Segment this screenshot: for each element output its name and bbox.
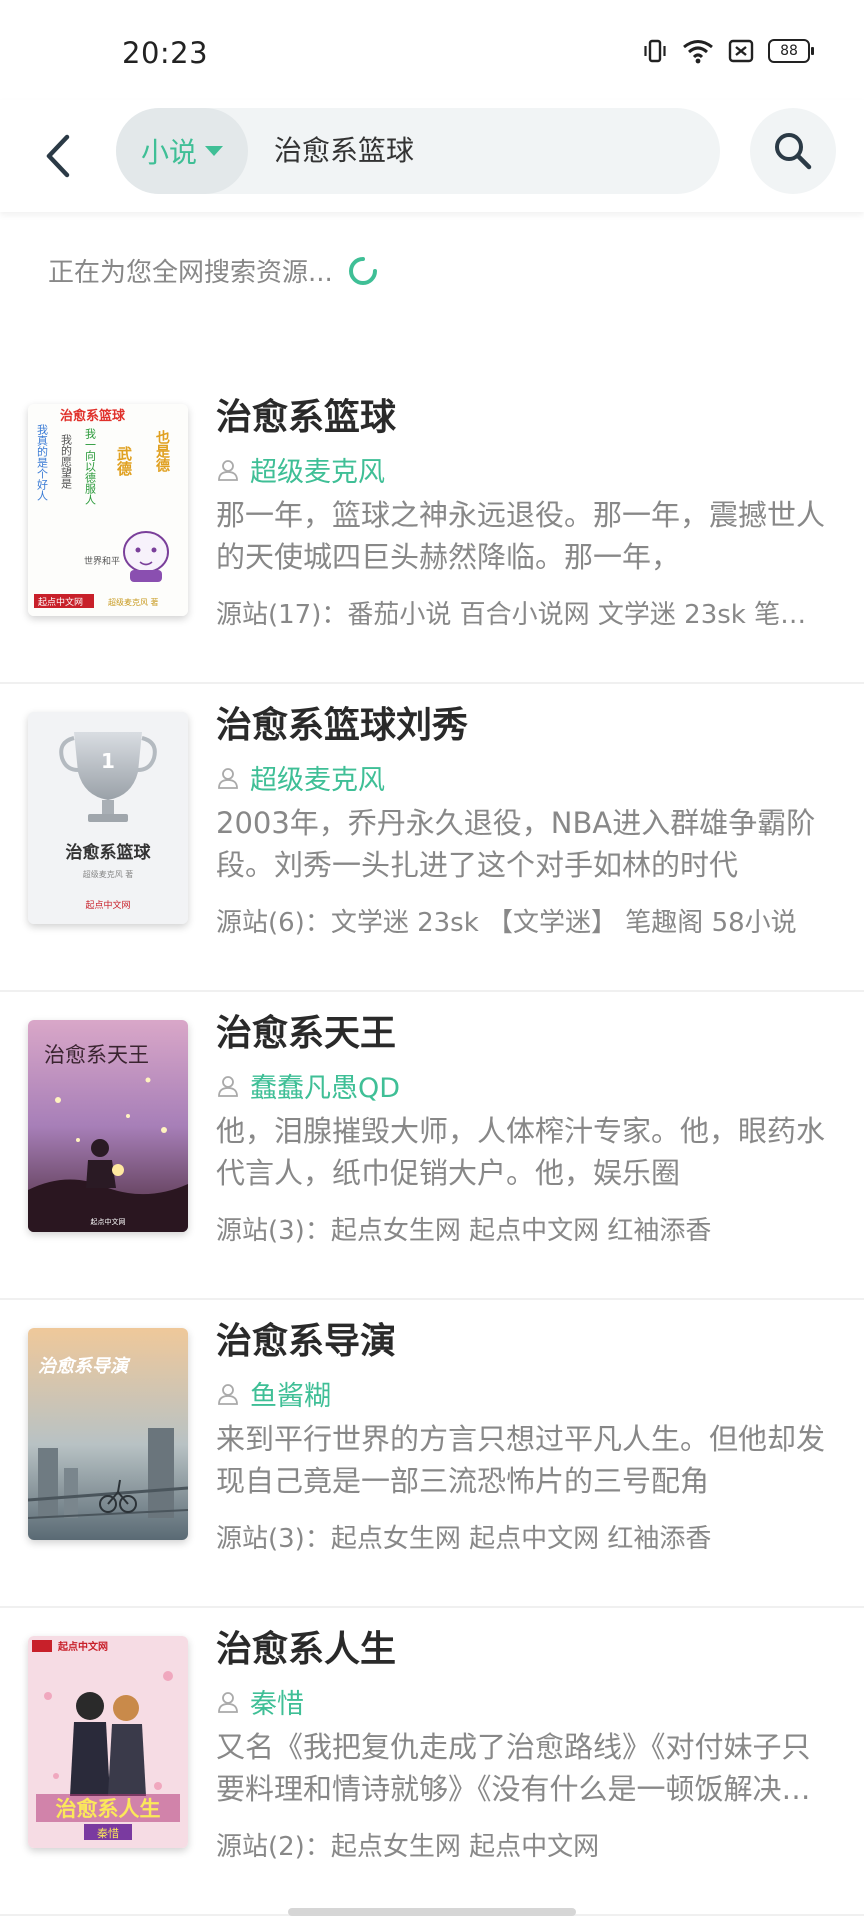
book-description: 又名《我把复仇走成了治愈路线》《对付妹子只要料理和情诗就够》《没有什么是一顿饭解…: [216, 1730, 811, 1806]
book-sources: 源站(3)：起点女生网 起点中文网 红袖添香: [216, 1524, 712, 1554]
svg-text:世界和平: 世界和平: [84, 555, 120, 567]
search-input[interactable]: 治愈系篮球: [274, 108, 414, 194]
book-cover: 治愈系篮球 我真的是个好人 我的愿望是 我一向以德服人 武德 也是德 世界和平 …: [28, 404, 188, 616]
svg-text:也是德: 也是德: [154, 429, 170, 473]
book-cover: 起点中文网 治愈系人生 秦惜: [28, 1636, 188, 1848]
svg-text:武德: 武德: [115, 445, 133, 477]
status-icons: 88: [642, 38, 814, 64]
book-cover: 治愈系导演: [28, 1328, 188, 1540]
battery-icon: 88: [768, 39, 814, 63]
person-icon: [218, 459, 238, 481]
book-sources: 源站(2)：起点女生网 起点中文网: [216, 1832, 600, 1862]
book-title: 治愈系导演: [216, 1321, 397, 1362]
book-cover: 治愈系天王 起点中文网: [28, 1020, 188, 1232]
person-icon: [218, 1383, 238, 1405]
book-title: 治愈系篮球: [216, 397, 397, 438]
author-row: 超级麦克风: [216, 450, 385, 489]
book-title: 治愈系篮球刘秀: [216, 705, 469, 746]
caret-down-icon: [205, 146, 223, 156]
wifi-icon: [683, 40, 713, 64]
search-icon: [775, 133, 812, 170]
svg-text:治愈系篮球: 治愈系篮球: [66, 842, 152, 863]
book-description: 那一年，篮球之神永远退役。那一年，震撼世人的天使城四巨头赫然降临。那一年，: [216, 498, 826, 574]
svg-text:超级麦克风 著: 超级麦克风 著: [108, 597, 159, 607]
svg-text:治愈系篮球: 治愈系篮球: [60, 408, 126, 424]
book-author: 鱼酱糊: [250, 1381, 331, 1412]
svg-text:治愈系人生: 治愈系人生: [56, 1797, 161, 1821]
svg-text:治愈系天王: 治愈系天王: [44, 1043, 149, 1067]
svg-text:超级麦克风 著: 超级麦克风 著: [83, 869, 134, 879]
search-header: 小说 治愈系篮球: [0, 100, 864, 212]
search-status-text: 正在为您全网搜索资源...: [48, 258, 333, 288]
result-item[interactable]: 治愈系天王 起点中文网 治愈系天王 蠢蠢凡愚QD 他，泪腺摧毁大师，人体榨汁专家…: [0, 992, 864, 1300]
book-author: 蠢蠢凡愚QD: [250, 1073, 401, 1104]
svg-text:治愈系导演: 治愈系导演: [38, 1356, 131, 1377]
back-button[interactable]: [30, 128, 86, 184]
book-title: 治愈系人生: [216, 1629, 397, 1670]
results-list: 治愈系篮球 我真的是个好人 我的愿望是 我一向以德服人 武德 也是德 世界和平 …: [0, 376, 864, 1916]
person-icon: [218, 767, 238, 789]
book-author: 超级麦克风: [250, 457, 385, 488]
svg-text:1: 1: [101, 749, 115, 773]
book-description: 来到平行世界的方言只想过平凡人生。但他却发现自己竟是一部三流恐怖片的三号配角: [216, 1422, 826, 1498]
category-label: 小说: [140, 136, 197, 169]
author-row: 蠢蠢凡愚QD: [216, 1066, 400, 1105]
author-row: 超级麦克风: [216, 758, 385, 797]
status-bar: 20:23 88: [0, 0, 864, 100]
svg-text:起点中文网: 起点中文网: [85, 899, 130, 911]
author-row: 秦惜: [216, 1682, 304, 1721]
vibrate-icon: [644, 39, 666, 63]
book-author: 秦惜: [250, 1689, 304, 1720]
chevron-left-icon: [46, 134, 70, 178]
svg-text:秦惜: 秦惜: [97, 1826, 119, 1840]
result-item[interactable]: 治愈系导演 治愈系导演 鱼酱糊 来到平行世界的方言只想过平凡人生。但他却发现自己…: [0, 1300, 864, 1608]
book-sources: 源站(6)：文学迷 23sk 【文学迷】 笔趣阁 58小说: [216, 908, 797, 938]
result-item[interactable]: 1 治愈系篮球 超级麦克风 著 起点中文网 治愈系篮球刘秀 超级麦克风 2003…: [0, 684, 864, 992]
book-author: 超级麦克风: [250, 765, 385, 796]
category-dropdown[interactable]: 小说: [116, 108, 248, 194]
author-row: 鱼酱糊: [216, 1374, 331, 1413]
svg-text:起点中文网: 起点中文网: [57, 1640, 108, 1653]
no-sim-icon: [728, 39, 754, 63]
book-sources: 源站(17)：番茄小说 百合小说网 文学迷 23sk 笔趣阁: [216, 600, 828, 630]
person-icon: [218, 1075, 238, 1097]
book-description: 2003年，乔丹永久退役，NBA进入群雄争霸阶段。刘秀一头扎进了这个对手如林的时…: [216, 806, 816, 882]
book-description: 他，泪腺摧毁大师，人体榨汁专家。他，眼药水代言人，纸巾促销大户。他，娱乐圈: [216, 1114, 826, 1190]
svg-text:我的愿望是: 我的愿望是: [60, 434, 73, 490]
search-box: 小说 治愈系篮球: [116, 108, 720, 194]
search-progress: 正在为您全网搜索资源...: [48, 252, 379, 289]
svg-text:起点中文网: 起点中文网: [38, 596, 83, 608]
svg-text:起点中文网: 起点中文网: [91, 1217, 126, 1226]
status-time: 20:23: [122, 36, 209, 70]
result-item[interactable]: 起点中文网 治愈系人生 秦惜 治愈系人生 秦惜 又名《我把复仇走成了治愈路线》《…: [0, 1608, 864, 1916]
svg-text:我真的是个好人: 我真的是个好人: [36, 424, 49, 501]
book-title: 治愈系天王: [216, 1013, 397, 1054]
book-sources: 源站(3)：起点女生网 起点中文网 红袖添香: [216, 1216, 712, 1246]
result-item[interactable]: 治愈系篮球 我真的是个好人 我的愿望是 我一向以德服人 武德 也是德 世界和平 …: [0, 376, 864, 684]
person-icon: [218, 1691, 238, 1713]
svg-text:我一向以德服人: 我一向以德服人: [84, 428, 97, 505]
loading-spinner-icon: [348, 256, 377, 285]
book-cover: 1 治愈系篮球 超级麦克风 著 起点中文网: [28, 712, 188, 924]
search-button[interactable]: [750, 108, 836, 194]
home-indicator[interactable]: [288, 1908, 576, 1916]
